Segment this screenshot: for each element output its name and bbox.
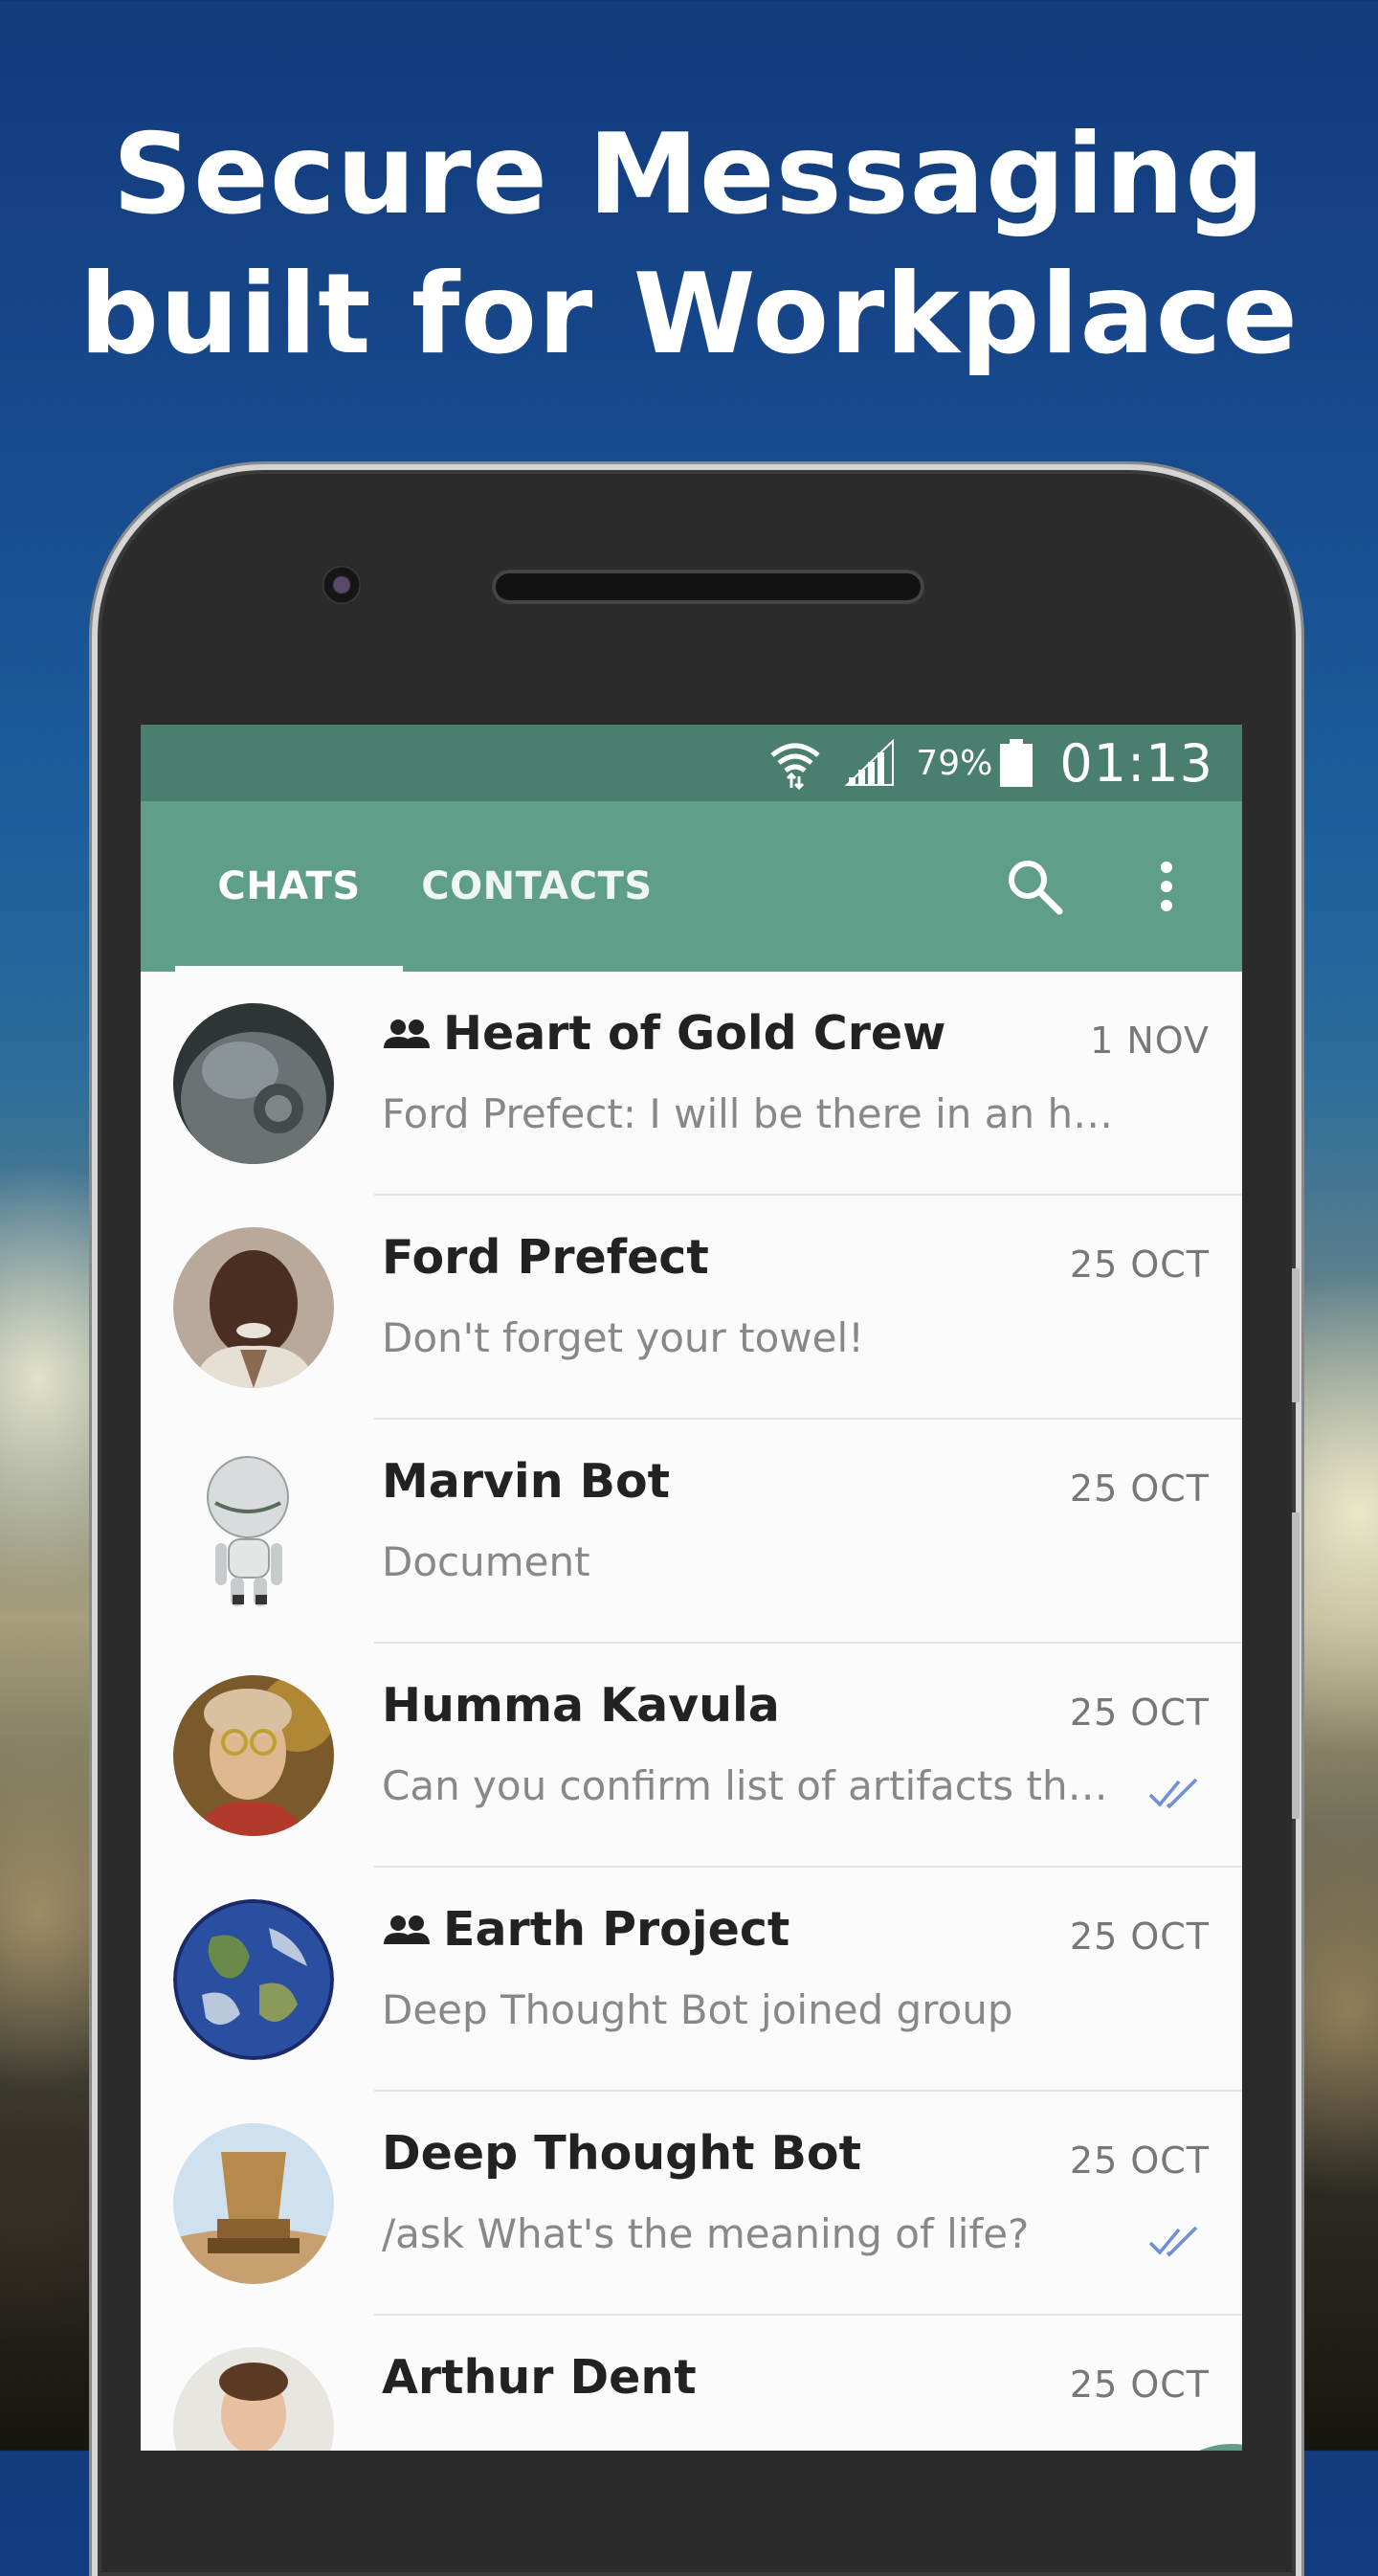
chat-last-message: Deep Thought Bot joined group [382,1986,1013,2033]
chat-date: 25 OCT [1069,1691,1210,1734]
avatar [173,1227,334,1388]
chat-name-text: Earth Project [443,1902,790,1957]
chat-name: Arthur Dent [382,2350,697,2405]
phone-screen: 79% 01:13 CHATS CONTACTS Heart of Gold C… [141,725,1242,2451]
tab-chats[interactable]: CHATS [175,801,403,972]
status-time: 01:13 [1059,732,1213,794]
chat-date: 25 OCT [1069,1915,1210,1958]
battery-icon [1000,739,1034,787]
chat-name: Earth Project [382,1902,789,1957]
chat-last-message: Don't forget your towel! [382,1314,864,1361]
phone-side-button [1292,1512,1300,1819]
chat-date: 1 NOV [1090,1019,1210,1062]
group-icon [382,1018,432,1050]
search-icon[interactable] [989,801,1080,972]
chat-name-text: Marvin Bot [382,1454,671,1509]
headline-line-1: Secure Messaging [112,110,1266,239]
chat-date: 25 OCT [1069,2363,1210,2406]
chat-last-message: /ask What's the meaning of life? [382,2210,1030,2257]
chat-name: Marvin Bot [382,1454,670,1509]
chat-name-text: Deep Thought Bot [382,2126,862,2181]
chat-date: 25 OCT [1069,1243,1210,1286]
chat-date: 25 OCT [1069,1467,1210,1510]
chat-row[interactable]: Arthur Dent 25 OCT [141,2316,1242,2451]
chat-name-text: Arthur Dent [382,2350,697,2405]
chat-row[interactable]: Deep Thought Bot 25 OCT /ask What's the … [141,2092,1242,2316]
avatar [173,1899,334,2060]
avatar [173,1675,334,1836]
wifi-icon [768,736,822,790]
chat-list: Heart of Gold Crew 1 NOV Ford Prefect: I… [141,972,1242,2451]
chat-name: Humma Kavula [382,1678,780,1733]
chat-date: 25 OCT [1069,2139,1210,2182]
headline: Secure Messaging built for Workplace [0,105,1378,385]
chat-name: Heart of Gold Crew [382,1006,945,1061]
avatar [173,1003,334,1164]
chat-row[interactable]: Heart of Gold Crew 1 NOV Ford Prefect: I… [141,972,1242,1196]
avatar [173,1451,334,1612]
chat-name: Deep Thought Bot [382,2126,861,2181]
read-ticks-icon [1148,1778,1200,1814]
chat-name-text: Ford Prefect [382,1230,709,1285]
chat-last-message: Document [382,1538,590,1585]
app-bar: CHATS CONTACTS [141,801,1242,972]
chat-name: Ford Prefect [382,1230,709,1285]
avatar [173,2347,334,2451]
chat-row[interactable]: Humma Kavula 25 OCT Can you confirm list… [141,1644,1242,1868]
group-icon [382,1914,432,1946]
phone-side-button [1292,1268,1300,1402]
chat-row[interactable]: Ford Prefect 25 OCT Don't forget your to… [141,1196,1242,1420]
chat-name-text: Humma Kavula [382,1678,780,1733]
front-camera [322,566,361,604]
avatar [173,2123,334,2284]
battery-percentage: 79% [916,743,993,783]
chat-last-message: Ford Prefect: I will be there in an h… [382,1090,1114,1137]
chat-row[interactable]: Earth Project 25 OCT Deep Thought Bot jo… [141,1868,1242,2092]
status-bar: 79% 01:13 [141,725,1242,801]
read-ticks-icon [1148,2226,1200,2262]
tab-contacts[interactable]: CONTACTS [403,801,671,972]
chat-name-text: Heart of Gold Crew [443,1006,946,1061]
chat-row[interactable]: Marvin Bot 25 OCT Document [141,1420,1242,1644]
chat-last-message: Can you confirm list of artifacts th… [382,1762,1108,1809]
signal-icon [843,739,897,787]
more-vert-icon[interactable] [1128,801,1205,972]
earpiece-speaker [492,570,924,604]
headline-line-2: built for Workplace [78,250,1300,379]
